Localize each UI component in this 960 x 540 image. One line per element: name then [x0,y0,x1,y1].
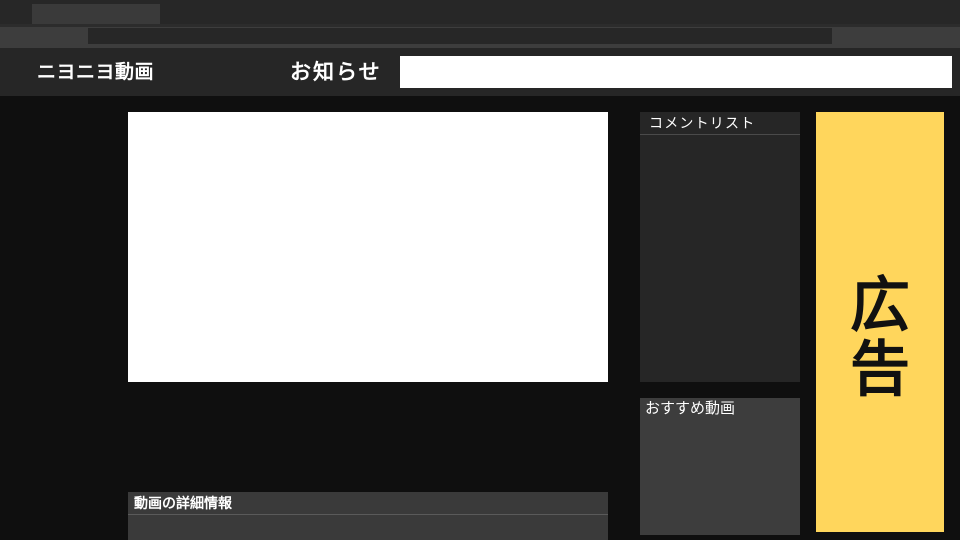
video-details-title: 動画の詳細情報 [128,492,608,515]
recommended-videos-title: おすすめ動画 [645,399,736,417]
video-details-panel: 動画の詳細情報 [128,492,608,540]
advertisement-label: 広 告 [816,274,944,402]
advertisement-char-1: 広 [850,271,910,341]
advertisement-char-2: 告 [850,335,910,405]
toolbar-divider [0,24,960,27]
video-player[interactable] [128,112,608,382]
recommended-videos-panel[interactable]: おすすめ動画 [640,398,800,535]
advertisement-banner[interactable]: 広 告 [816,112,944,532]
notice-label: お知らせ [290,60,382,84]
address-bar[interactable] [88,28,832,44]
notice-box[interactable] [400,56,952,88]
browser-tab[interactable] [32,4,160,24]
comment-list-panel[interactable]: コメントリスト [640,112,800,382]
comment-list-title: コメントリスト [640,112,800,135]
site-logo[interactable]: ニヨニヨ動画 [37,60,154,84]
